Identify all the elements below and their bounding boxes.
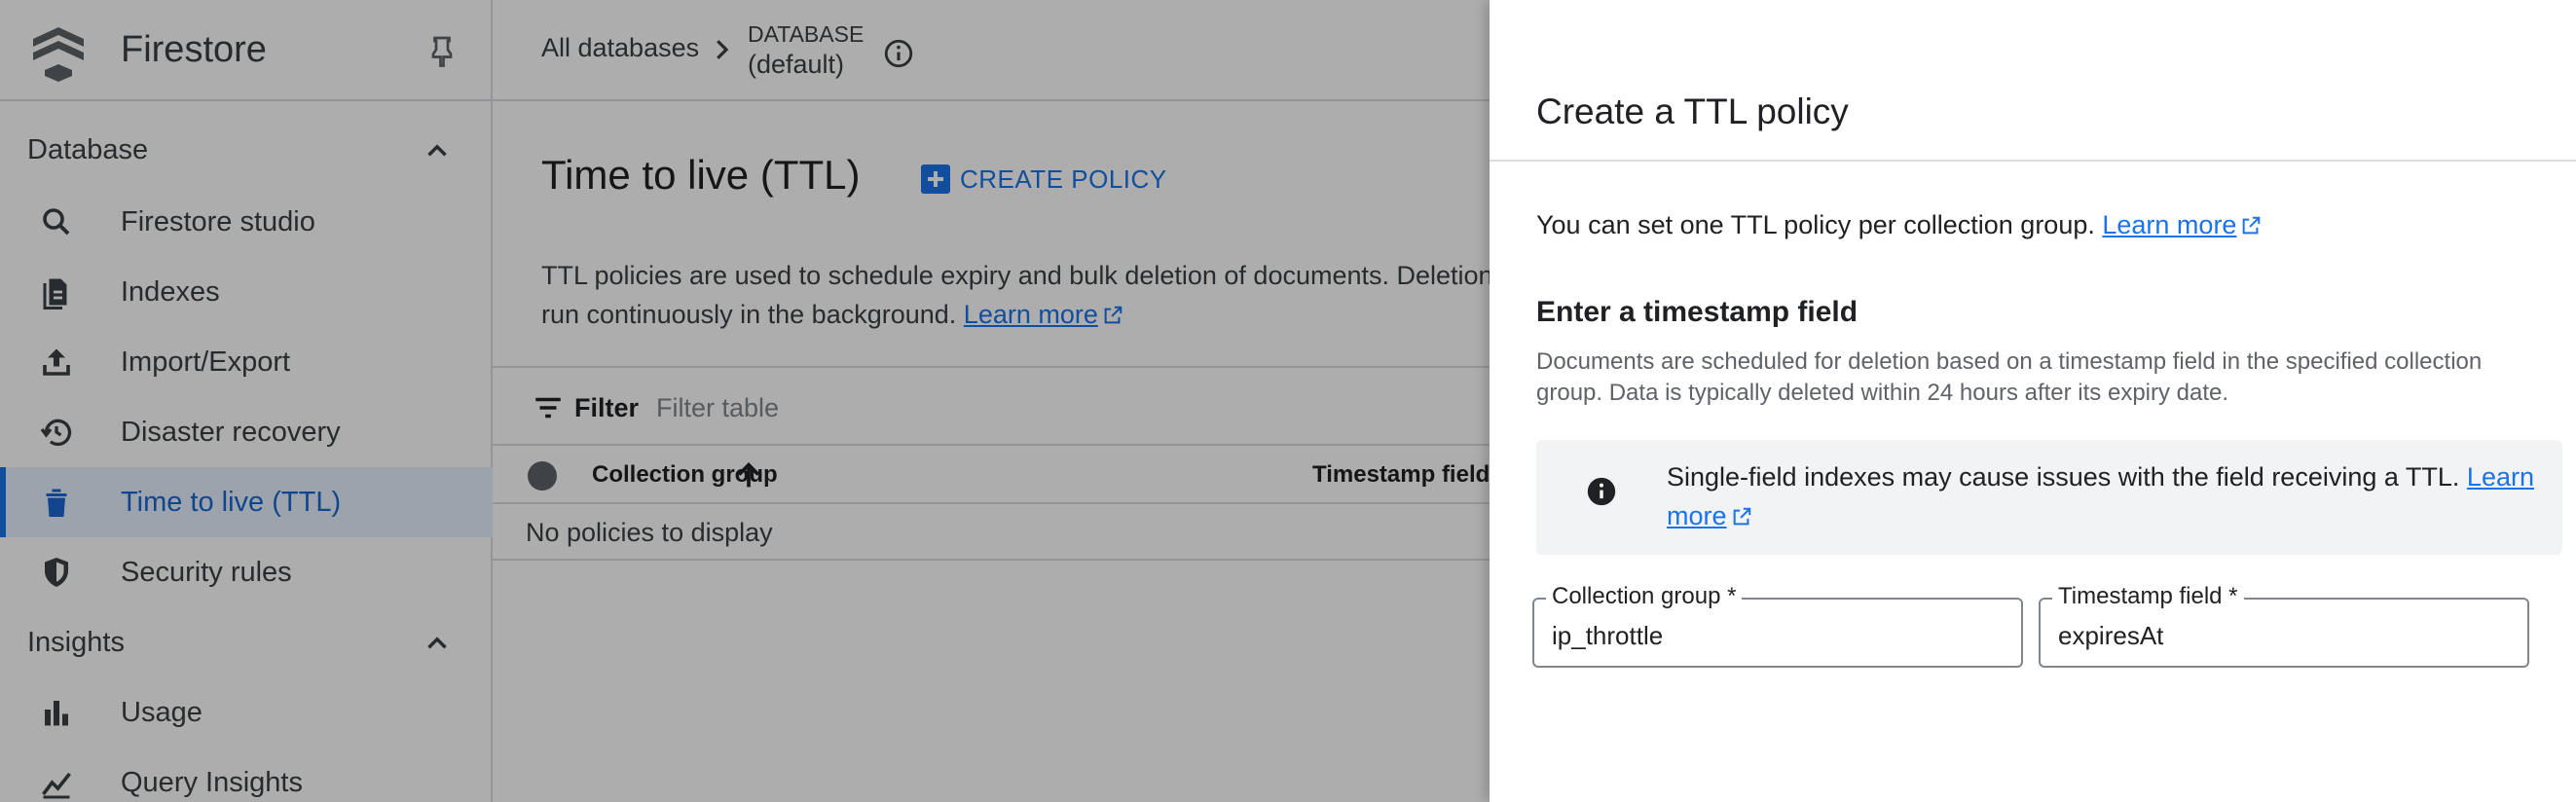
timestamp-section-title: Enter a timestamp field	[1536, 296, 1858, 328]
notice-message: Single-field indexes may cause issues wi…	[1667, 462, 2460, 492]
notice-text: Single-field indexes may cause issues wi…	[1667, 457, 2543, 535]
timestamp-field-input[interactable]	[2058, 619, 2516, 652]
panel-intro-text: You can set one TTL policy per collectio…	[1536, 210, 2095, 239]
index-warning-notice: Single-field indexes may cause issues wi…	[1536, 440, 2562, 555]
timestamp-section-description: Documents are scheduled for deletion bas…	[1536, 348, 2483, 406]
timestamp-field-label: Timestamp field *	[2052, 582, 2244, 611]
external-link-icon	[1733, 507, 1750, 526]
external-link-icon	[2243, 216, 2261, 235]
collection-group-field: Collection group *	[1532, 582, 2023, 668]
create-ttl-policy-panel: Create a TTL policy You can set one TTL …	[1490, 0, 2576, 802]
collection-group-label: Collection group *	[1546, 582, 1743, 611]
timestamp-field: Timestamp field *	[2039, 582, 2529, 668]
panel-header: Create a TTL policy	[1490, 0, 2576, 162]
learn-more-link[interactable]: Learn more	[2102, 210, 2236, 239]
info-filled-icon	[1587, 477, 1616, 506]
modal-scrim[interactable]	[0, 0, 1490, 802]
panel-title: Create a TTL policy	[1536, 91, 1849, 131]
collection-group-input[interactable]	[1552, 619, 2009, 652]
panel-intro: You can set one TTL policy per collectio…	[1536, 210, 2262, 240]
